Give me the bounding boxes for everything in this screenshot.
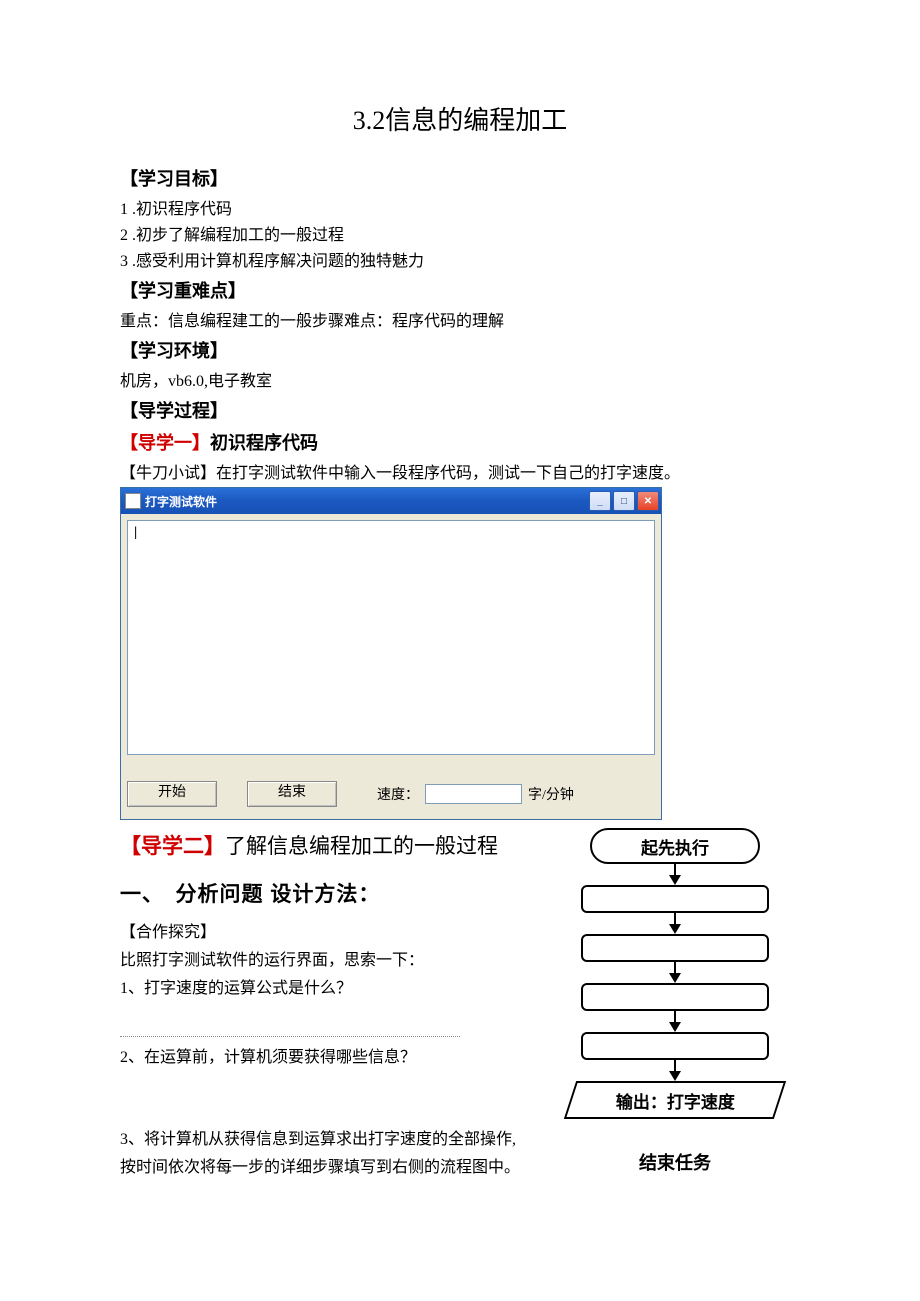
heading-environment: 【学习环境】 bbox=[120, 337, 800, 363]
window-titlebar: 打字测试软件 _ □ ✕ bbox=[121, 488, 661, 514]
window-bottom-bar: 开始 结束 速度： 字/分钟 bbox=[127, 755, 655, 813]
flowchart: 起先执行 输出：打字速度 结束任务 bbox=[550, 828, 800, 1175]
analysis-q3a: 3、将计算机从获得信息到运算求出打字速度的全部操作, bbox=[120, 1125, 540, 1149]
speed-label: 速度： bbox=[377, 784, 419, 804]
flow-arrow bbox=[669, 1060, 681, 1081]
key-points-text: 重点：信息编程建工的一般步骤难点：程序代码的理解 bbox=[120, 307, 800, 331]
guide1-tryout: 【牛刀小试】在打字测试软件中输入一段程序代码，测试一下自己的打字速度。 bbox=[120, 459, 800, 483]
flow-arrow bbox=[669, 913, 681, 934]
analysis-q2: 2、在运算前，计算机须要获得哪些信息？ bbox=[120, 1043, 540, 1067]
dotted-divider bbox=[120, 1036, 460, 1037]
flow-step bbox=[581, 983, 769, 1011]
guide2-bracket: 【导学二】 bbox=[120, 835, 225, 858]
maximize-button[interactable]: □ bbox=[613, 491, 635, 511]
flow-end: 结束任务 bbox=[639, 1149, 711, 1175]
flow-output: 输出：打字速度 bbox=[564, 1081, 786, 1119]
window-body: | 开始 结束 速度： 字/分钟 bbox=[121, 514, 661, 819]
flow-arrow bbox=[669, 962, 681, 983]
close-button[interactable]: ✕ bbox=[637, 491, 659, 511]
flow-step bbox=[581, 934, 769, 962]
guide1-heading: 【导学一】初识程序代码 bbox=[120, 429, 800, 455]
window-controls: _ □ ✕ bbox=[589, 491, 659, 511]
start-button[interactable]: 开始 bbox=[127, 781, 217, 807]
coop-label: 【合作探究】 bbox=[120, 918, 540, 942]
page-title: 3.2信息的编程加工 bbox=[120, 100, 800, 137]
objective-item: 2 .初步了解编程加工的一般过程 bbox=[120, 221, 800, 245]
heading-process: 【导学过程】 bbox=[120, 397, 800, 423]
minimize-button[interactable]: _ bbox=[589, 491, 611, 511]
flow-step bbox=[581, 885, 769, 913]
speed-unit: 字/分钟 bbox=[528, 784, 574, 804]
analysis-intro: 比照打字测试软件的运行界面，思索一下： bbox=[120, 946, 540, 970]
guide1-bracket: 【导学一】 bbox=[120, 433, 210, 453]
analysis-heading: 一、 分析问题 设计方法： bbox=[120, 878, 540, 908]
analysis-q1: 1、打字速度的运算公式是什么？ bbox=[120, 974, 540, 998]
heading-key-points: 【学习重难点】 bbox=[120, 277, 800, 303]
speed-input[interactable] bbox=[425, 784, 522, 804]
flow-arrow bbox=[669, 1011, 681, 1032]
end-button[interactable]: 结束 bbox=[247, 781, 337, 807]
objective-item: 1 .初识程序代码 bbox=[120, 195, 800, 219]
guide2-heading: 【导学二】了解信息编程加工的一般过程 bbox=[120, 830, 540, 860]
objective-item: 3 .感受利用计算机程序解决问题的独特魅力 bbox=[120, 247, 800, 271]
objectives-list: 1 .初识程序代码 2 .初步了解编程加工的一般过程 3 .感受利用计算机程序解… bbox=[120, 195, 800, 271]
typing-test-window: 打字测试软件 _ □ ✕ | 开始 结束 速度： 字/分钟 bbox=[120, 487, 662, 820]
flow-step bbox=[581, 1032, 769, 1060]
window-title: 打字测试软件 bbox=[145, 493, 217, 510]
app-icon bbox=[125, 493, 141, 509]
guide1-rest: 初识程序代码 bbox=[210, 433, 318, 453]
guide2-rest: 了解信息编程加工的一般过程 bbox=[225, 834, 498, 858]
flow-arrow bbox=[669, 864, 681, 885]
heading-objectives: 【学习目标】 bbox=[120, 165, 800, 191]
flow-start: 起先执行 bbox=[590, 828, 760, 864]
environment-text: 机房，vb6.0,电子教室 bbox=[120, 367, 800, 391]
analysis-q3b: 按时间依次将每一步的详细步骤填写到右侧的流程图中。 bbox=[120, 1153, 540, 1177]
typing-textarea[interactable]: | bbox=[127, 520, 655, 755]
